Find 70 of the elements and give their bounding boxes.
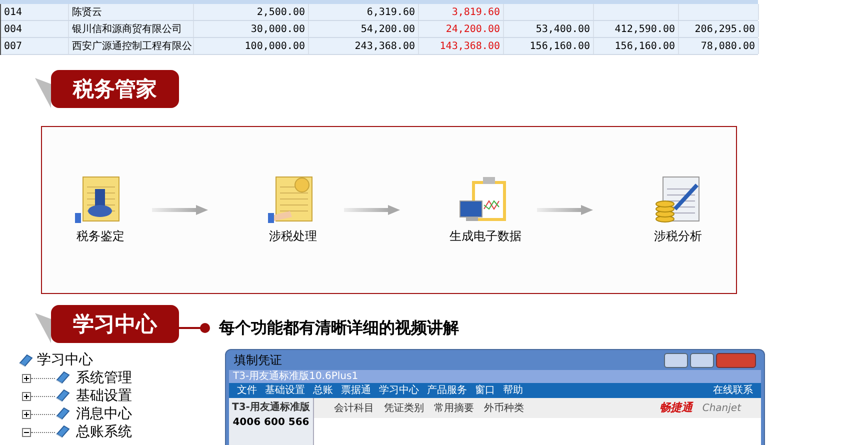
book-icon	[18, 354, 33, 368]
table-cell: 6,319.60	[309, 4, 419, 20]
table-cell: 007	[1, 38, 69, 54]
expand-toggle[interactable]	[22, 410, 31, 418]
ribbon-fold-icon	[35, 313, 51, 343]
connector-drawing	[179, 322, 211, 334]
book-icon	[55, 389, 70, 403]
menu-item[interactable]: 总账	[313, 383, 333, 398]
table-cell: 30,000.00	[194, 21, 309, 37]
step-label: 生成电子数据	[449, 228, 522, 245]
table-cell: 银川信和源商贸有限公司	[69, 21, 194, 37]
table-cell: 143,368.00	[419, 38, 504, 54]
close-button[interactable]	[716, 352, 756, 368]
tree-item[interactable]: 总账系统	[76, 424, 132, 440]
table-cell: 53,400.00	[504, 21, 594, 37]
table-cell: 西安广源通控制工程有限公	[69, 38, 194, 54]
table-cell: 004	[1, 21, 69, 37]
section-heading: 税务管家	[51, 70, 179, 108]
menu-item[interactable]: 窗口	[475, 383, 495, 398]
brand-title: T3-用友通标准版	[232, 400, 310, 415]
toolbar-link[interactable]: 外币种类	[484, 400, 524, 416]
flow-arrow	[344, 205, 400, 215]
maximize-button[interactable]	[690, 352, 714, 368]
table-cell: 014	[1, 4, 69, 20]
table-cell: 3,819.60	[419, 4, 504, 20]
table-cell: 412,590.00	[594, 21, 679, 37]
menu-item[interactable]: 文件	[237, 383, 257, 398]
toolbar-link[interactable]: 凭证类别	[384, 400, 424, 416]
book-icon	[55, 425, 70, 439]
logo: 畅捷通	[659, 400, 692, 416]
tree-item[interactable]: 消息中心	[76, 406, 132, 422]
slogan: 每个功能都有清晰详细的视频讲解	[219, 317, 459, 339]
table-cell: 24,200.00	[419, 21, 504, 37]
menu-item[interactable]: 帮助	[503, 383, 523, 398]
menu-item[interactable]: 票据通	[341, 383, 371, 398]
table-cell: 156,160.00	[504, 38, 594, 54]
book-icon	[55, 407, 70, 421]
app-title-bar: T3-用友通标准版10.6Plus1	[229, 370, 761, 383]
table-cell: 206,295.00	[679, 21, 759, 37]
tree-root[interactable]: 学习中心	[37, 352, 93, 369]
book-icon	[55, 371, 70, 385]
step-label: 涉税分析	[654, 228, 702, 245]
flow-arrow	[536, 205, 593, 215]
table-cell: 2,500.00	[194, 4, 309, 20]
phone-number: 4006 600 566	[232, 416, 310, 430]
collapse-toggle[interactable]	[22, 428, 31, 436]
tree-item[interactable]: 基础设置	[76, 388, 132, 404]
online-contact-link[interactable]: 在线联系	[713, 383, 753, 398]
table-cell: 156,160.00	[594, 38, 679, 54]
table-cell: 54,200.00	[309, 21, 419, 37]
menu-item[interactable]: 产品服务	[427, 383, 467, 398]
logo-subtitle: Chanjet	[702, 402, 741, 416]
menu-item[interactable]: 基础设置	[265, 383, 305, 398]
flow-arrow	[152, 205, 208, 215]
toolbar-link[interactable]: 常用摘要	[434, 400, 474, 416]
section-heading: 学习中心	[51, 305, 179, 343]
menu-item[interactable]: 学习中心	[379, 383, 419, 398]
table-cell: 243,368.00	[309, 38, 419, 54]
window-title: 填制凭证	[234, 352, 282, 369]
table-cell: 78,080.00	[679, 38, 759, 54]
step-label: 税务鉴定	[76, 228, 124, 245]
minimize-button[interactable]	[664, 352, 688, 368]
table-cell: 100,000.00	[194, 38, 309, 54]
tree-item[interactable]: 系统管理	[76, 370, 132, 386]
toolbar-link[interactable]: 会计科目	[334, 400, 374, 416]
expand-toggle[interactable]	[22, 374, 31, 382]
step-label: 涉税处理	[268, 228, 317, 245]
expand-toggle[interactable]	[22, 392, 31, 400]
table-cell: 陈贤云	[69, 4, 194, 20]
ribbon-fold-icon	[35, 78, 51, 108]
